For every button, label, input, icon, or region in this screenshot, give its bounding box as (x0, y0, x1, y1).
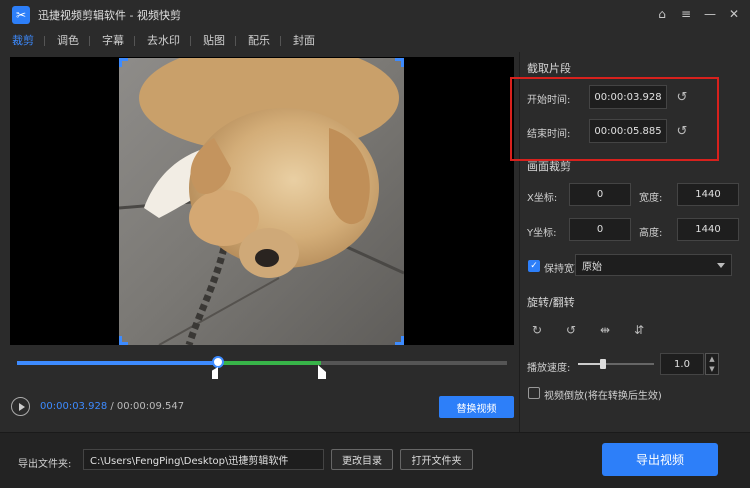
height-input[interactable]: 1440 (677, 218, 739, 241)
width-label: 宽度: (639, 193, 663, 204)
end-time-label: 结束时间: (527, 129, 571, 140)
reverse-checkbox[interactable] (528, 387, 540, 399)
play-button[interactable] (11, 397, 30, 416)
clip-start-marker[interactable] (212, 367, 218, 379)
reset-end-icon[interactable]: ↺ (674, 123, 690, 139)
crop-section-title: 画面裁剪 (527, 160, 571, 173)
speed-slider[interactable] (578, 363, 654, 365)
tab-crop[interactable]: 裁剪 (2, 30, 44, 52)
crop-handle-top-left[interactable] (119, 58, 128, 67)
tab-separator (44, 36, 45, 46)
minimize-icon[interactable]: — (704, 7, 716, 21)
time-separator: / (107, 401, 117, 412)
time-display: 00:00:03.928 / 00:00:09.547 (40, 401, 184, 412)
ratio-select[interactable]: 原始 (575, 254, 732, 276)
crop-handle-bottom-right[interactable] (395, 336, 404, 345)
video-frame[interactable] (119, 58, 404, 345)
tab-subtitle[interactable]: 字幕 (92, 30, 134, 52)
tab-separator (235, 36, 236, 46)
close-icon[interactable]: ✕ (728, 7, 740, 21)
chevron-down-icon (717, 263, 725, 268)
tab-separator (190, 36, 191, 46)
speed-input[interactable]: 1.0 (660, 353, 704, 375)
speed-slider-knob[interactable] (600, 359, 606, 369)
app-title: 迅捷视频剪辑软件 - 视频快剪 (38, 9, 181, 22)
clip-end-marker[interactable] (318, 365, 326, 379)
reset-start-icon[interactable]: ↺ (674, 89, 690, 105)
total-time: 00:00:09.547 (116, 401, 185, 412)
chevron-up-icon[interactable]: ▲ (709, 355, 714, 363)
app-logo-icon: ✂ (12, 6, 30, 24)
timeline-track[interactable] (17, 361, 507, 365)
video-image (119, 58, 404, 345)
export-folder-label: 导出文件夹: (18, 459, 72, 470)
end-time-input[interactable]: 00:00:05.885 (589, 119, 667, 143)
rotate-clockwise-icon[interactable]: ↻ (529, 322, 545, 338)
replace-video-button[interactable]: 替换视频 (439, 396, 514, 418)
menu-icon[interactable]: ≡ (680, 7, 692, 21)
width-input[interactable]: 1440 (677, 183, 739, 206)
ratio-select-value: 原始 (582, 261, 602, 273)
speed-stepper[interactable]: ▲ ▼ (705, 353, 719, 375)
rotate-counterclockwise-icon[interactable]: ↺ (563, 322, 579, 338)
playhead-knob[interactable] (212, 356, 224, 368)
tab-separator (89, 36, 90, 46)
tab-cover[interactable]: 封面 (283, 30, 325, 52)
reverse-label: 视频倒放(将在转换后生效) (544, 391, 662, 402)
tab-separator (280, 36, 281, 46)
home-icon[interactable]: ⌂ (656, 7, 668, 21)
y-label: Y坐标: (527, 228, 557, 239)
tab-watermark[interactable]: 去水印 (137, 30, 190, 52)
change-dir-button[interactable]: 更改目录 (331, 449, 393, 470)
height-label: 高度: (639, 228, 663, 239)
title-bar: ✂ 迅捷视频剪辑软件 - 视频快剪 ⌂ ≡ — ✕ (0, 0, 750, 30)
clip-section-title: 截取片段 (527, 62, 571, 75)
start-time-label: 开始时间: (527, 95, 571, 106)
chevron-down-icon[interactable]: ▼ (709, 365, 714, 373)
flip-vertical-icon[interactable]: ⇵ (631, 322, 647, 338)
crop-handle-bottom-left[interactable] (119, 336, 128, 345)
x-label: X坐标: (527, 193, 558, 204)
tab-color[interactable]: 调色 (47, 30, 89, 52)
start-time-input[interactable]: 00:00:03.928 (589, 85, 667, 109)
keep-ratio-checkbox[interactable]: ✓ (528, 260, 540, 272)
tab-sticker[interactable]: 贴图 (193, 30, 235, 52)
speed-label: 播放速度: (527, 363, 571, 374)
open-folder-button[interactable]: 打开文件夹 (400, 449, 473, 470)
timeline-selection (217, 361, 321, 365)
export-video-button[interactable]: 导出视频 (602, 443, 718, 476)
y-input[interactable]: 0 (569, 218, 631, 241)
timeline-played (17, 361, 218, 365)
tab-separator (134, 36, 135, 46)
tab-bar: 裁剪 调色 字幕 去水印 贴图 配乐 封面 (0, 30, 750, 52)
window-controls: ⌂ ≡ — ✕ (656, 7, 740, 21)
tab-music[interactable]: 配乐 (238, 30, 280, 52)
export-folder-path[interactable]: C:\Users\FengPing\Desktop\迅捷剪辑软件 (83, 449, 324, 470)
crop-handle-top-right[interactable] (395, 58, 404, 67)
x-input[interactable]: 0 (569, 183, 631, 206)
flip-horizontal-icon[interactable]: ⇹ (597, 322, 613, 338)
current-time: 00:00:03.928 (40, 401, 108, 412)
rotate-section-title: 旋转/翻转 (527, 296, 575, 309)
